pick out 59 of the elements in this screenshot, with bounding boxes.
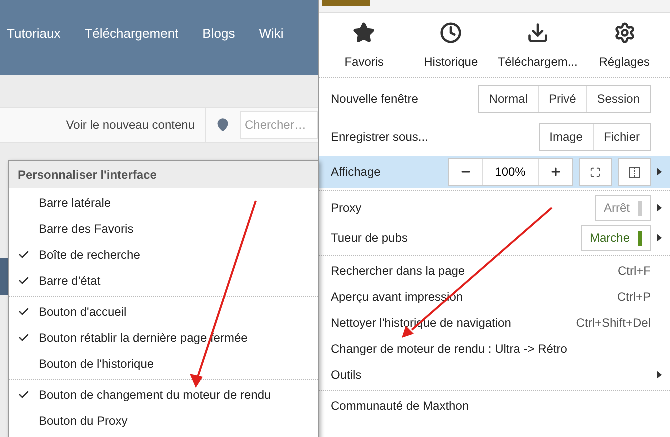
fullscreen-icon bbox=[590, 166, 601, 178]
shortcut-text: Ctrl+Shift+Del bbox=[576, 316, 651, 330]
quick-action-button[interactable]: Téléchargem... bbox=[494, 19, 582, 71]
shortcut-text: Ctrl+F bbox=[618, 264, 651, 278]
toggle-switch[interactable]: Marche bbox=[580, 225, 651, 251]
shortcut-text: Ctrl+P bbox=[617, 290, 651, 304]
submenu-item[interactable]: Bouton du Proxy bbox=[9, 408, 318, 434]
plus-icon bbox=[550, 166, 562, 178]
split-view-icon bbox=[629, 166, 640, 178]
check-icon bbox=[18, 249, 30, 261]
settings-icon bbox=[614, 22, 636, 44]
caret-icon bbox=[657, 204, 662, 212]
caret-icon bbox=[657, 168, 662, 176]
window-mode-button[interactable]: Image bbox=[540, 124, 593, 150]
fullscreen-button[interactable] bbox=[579, 158, 612, 186]
zoom-level: 100% bbox=[482, 159, 539, 185]
check-icon bbox=[18, 389, 30, 401]
menu-item[interactable]: Outils bbox=[319, 362, 670, 388]
menu-item[interactable]: Proxy Arrêt bbox=[319, 193, 670, 223]
new-content-link[interactable]: Voir le nouveau contenu bbox=[56, 116, 205, 134]
map-pin-icon[interactable] bbox=[216, 118, 230, 132]
window-mode-button[interactable]: Normal bbox=[479, 86, 538, 112]
split-view-button[interactable] bbox=[618, 158, 651, 186]
search-field[interactable]: Chercher… bbox=[240, 111, 318, 139]
photo-placeholder bbox=[322, 0, 370, 6]
clock-icon bbox=[440, 22, 462, 44]
submenu-item[interactable]: Barre des Favoris bbox=[9, 216, 318, 242]
menu-item[interactable]: Nouvelle fenêtre Normal Privé Session bbox=[319, 80, 670, 118]
submenu-item[interactable]: Boîte de recherche bbox=[9, 242, 318, 268]
submenu-item[interactable]: Bouton de l'historique bbox=[9, 351, 318, 377]
menu-item[interactable]: Affichage 100% bbox=[319, 156, 670, 188]
window-mode-button[interactable]: Session bbox=[586, 86, 650, 112]
star-icon bbox=[353, 22, 376, 44]
menu-item[interactable]: Rechercher dans la page Ctrl+F bbox=[319, 258, 670, 284]
nav-link[interactable]: Téléchargement bbox=[84, 24, 179, 44]
window-mode-button[interactable]: Privé bbox=[538, 86, 586, 112]
submenu-item[interactable]: Bouton d'accueil bbox=[9, 299, 318, 325]
toggle-switch[interactable]: Arrêt bbox=[594, 195, 651, 221]
check-icon bbox=[18, 306, 30, 318]
download-icon bbox=[526, 22, 549, 44]
menu-item[interactable]: Tueur de pubs Marche bbox=[319, 223, 670, 253]
window-mode-button[interactable]: Fichier bbox=[592, 124, 650, 150]
quick-action-button[interactable]: Favoris bbox=[321, 19, 408, 71]
check-icon bbox=[18, 275, 30, 287]
submenu-item[interactable]: Barre latérale bbox=[9, 190, 318, 216]
caret-icon bbox=[657, 371, 662, 379]
check-icon bbox=[18, 332, 30, 344]
menu-item[interactable]: Changer de moteur de rendu : Ultra -> Rétro bbox=[319, 336, 670, 362]
submenu-title: Personnaliser l'interface bbox=[9, 161, 318, 188]
menu-item[interactable]: Enregistrer sous... Image Fichier bbox=[319, 118, 670, 156]
nav-link[interactable]: Wiki bbox=[259, 24, 284, 44]
caret-icon bbox=[657, 234, 662, 242]
menu-item[interactable]: Communauté de Maxthon bbox=[319, 393, 670, 419]
quick-action-button[interactable]: Réglages bbox=[581, 19, 668, 71]
submenu-item[interactable]: Barre d'état bbox=[9, 268, 318, 294]
submenu-item[interactable]: Bouton de changement du moteur de rendu bbox=[9, 382, 318, 408]
nav-link[interactable]: Tutoriaux bbox=[7, 24, 61, 44]
nav-link[interactable]: Blogs bbox=[202, 24, 236, 44]
quick-action-button[interactable]: Historique bbox=[408, 19, 494, 71]
